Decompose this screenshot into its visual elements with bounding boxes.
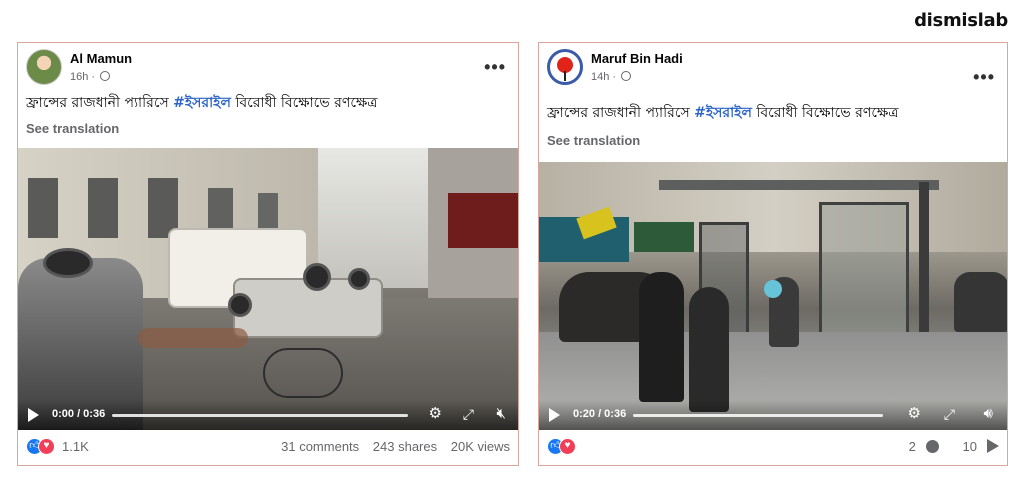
wheel [228,293,252,317]
comment-icon [925,440,939,453]
more-options-icon[interactable]: ••• [973,67,995,88]
facebook-post-al-mamun: Al Mamun 16h · ••• ফ্রান্সের রাজধানী প্য… [17,42,519,466]
crowd [954,272,1007,332]
window [88,178,118,238]
wheel [348,268,370,290]
wheel [303,263,331,291]
post-meta: 14h · [591,71,632,83]
post-text: ফ্রান্সের রাজধানী প্যারিসে #ইসরাইল বিরোধ… [547,101,999,125]
video-controls: 0:00 / 0:36 ⚙ ⤢ 🔇︎ [18,400,518,430]
post-text: ফ্রান্সের রাজধানী প্যারিসে #ইসরাইল বিরোধ… [26,91,510,115]
post-header: Maruf Bin Hadi 14h · ••• [547,49,999,89]
post-stats: 2 10 [889,439,999,454]
shopfront [634,222,694,252]
bus-shelter-roof [659,180,939,190]
brand-logo: dismislab [914,10,1008,31]
love-reaction-icon: ♥ [559,438,576,455]
settings-icon[interactable]: ⚙ [908,405,921,423]
post-text-part: ফ্রান্সের রাজধানী প্যারিসে [547,105,695,121]
play-icon[interactable] [28,408,39,422]
see-translation-link[interactable]: See translation [26,121,119,136]
shares-count[interactable]: 10 [953,439,999,454]
post-header: Al Mamun 16h · ••• [26,49,510,89]
post-footer: 👍︎ ♥ 1.1K 31 comments 243 shares 20K vie… [18,428,518,465]
love-reaction-icon: ♥ [38,438,55,455]
video-progress-track[interactable] [112,414,408,417]
window [28,178,58,238]
fullscreen-icon[interactable]: ⤢ [944,405,955,423]
hashtag-link[interactable]: #ইসরাইল [694,105,752,121]
post-time[interactable]: 14h · [591,71,616,83]
globe-icon [621,71,632,81]
post-text-part: ফ্রান্সের রাজধানী প্যারিসে [26,95,174,111]
facebook-post-maruf-bin-hadi: Maruf Bin Hadi 14h · ••• ফ্রান্সের রাজধা… [538,42,1008,466]
protester [639,272,684,402]
video-player[interactable]: 0:20 / 0:36 ⚙ ⤢ 🔊︎ [539,162,1007,430]
volume-icon[interactable]: 🔊︎ [984,405,993,423]
shares-count-value: 10 [962,439,977,454]
video-time: 0:00 / 0:36 [52,408,106,420]
avatar[interactable] [26,49,62,85]
hashtag-link[interactable]: #ইসরাইল [173,95,231,111]
shelter-glass [819,202,909,352]
bicycle [263,348,343,398]
video-controls: 0:20 / 0:36 ⚙ ⤢ 🔊︎ [539,400,1007,430]
comments-count-value: 2 [908,439,916,454]
comments-count[interactable]: 31 comments [281,439,359,454]
more-options-icon[interactable]: ••• [484,57,506,78]
post-meta: 16h · [70,71,111,83]
post-time[interactable]: 16h · [70,71,95,83]
avatar[interactable] [547,49,583,85]
red-awning [448,193,518,248]
comments-count[interactable]: 2 [899,439,939,454]
umbrella [764,280,782,298]
see-translation-link[interactable]: See translation [547,133,640,148]
avatar-mark [564,71,566,81]
views-count: 20K views [450,439,510,454]
video-player[interactable]: 0:00 / 0:36 ⚙ ⤢ 🔇︎ [18,148,518,430]
post-stats: 31 comments 243 shares 20K views [271,439,510,454]
share-icon [987,439,999,453]
reaction-count[interactable]: 1.1K [62,439,89,454]
globe-icon [100,71,111,81]
video-progress-track[interactable] [633,414,883,417]
post-footer: 👍︎ ♥ 2 10 [539,428,1007,465]
post-text-part: বিরোধী বিক্ষোভে রণক্ষেত্র [230,95,378,111]
author-name[interactable]: Al Mamun [70,51,132,66]
protester [689,287,729,412]
video-time: 0:20 / 0:36 [573,408,627,420]
debris [138,328,248,348]
mute-icon[interactable]: 🔇︎ [497,405,506,423]
settings-icon[interactable]: ⚙ [429,405,442,423]
wheel [43,248,93,278]
author-name[interactable]: Maruf Bin Hadi [591,51,683,66]
fullscreen-icon[interactable]: ⤢ [463,405,474,423]
post-text-part: বিরোধী বিক্ষোভে রণক্ষেত্র [751,105,899,121]
smoky-sky [318,148,428,288]
play-icon[interactable] [549,408,560,422]
shares-count[interactable]: 243 shares [373,439,437,454]
